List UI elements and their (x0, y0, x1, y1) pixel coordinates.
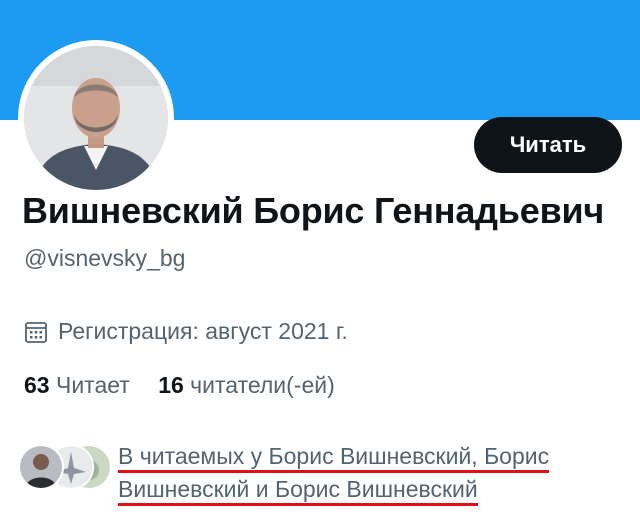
followers-count: 16 (158, 372, 184, 398)
join-date-text: Регистрация: август 2021 г. (58, 318, 348, 344)
followers-you-know-avatars[interactable] (18, 444, 114, 494)
profile-avatar[interactable] (18, 40, 174, 196)
following-label: Читает (55, 372, 130, 398)
follower-avatar-1 (18, 444, 64, 490)
profile-stats: 63 Читает 16 читатели(-ей) (24, 372, 335, 399)
followers-label: читатели(-ей) (190, 372, 335, 398)
followers-you-know-line-2: Вишневский и Борис Вишневский (118, 476, 478, 506)
following-link[interactable]: 63 Читает (24, 372, 130, 399)
following-count: 63 (24, 372, 50, 398)
profile-handle: @visnevsky_bg (24, 245, 186, 271)
followers-you-know-line-1: В читаемых у Борис Вишневский, Борис (118, 443, 550, 473)
calendar-icon (25, 321, 47, 343)
join-date: Регистрация: август 2021 г. (24, 318, 348, 345)
followers-you-know[interactable]: В читаемых у Борис Вишневский, Борис Виш… (118, 440, 588, 506)
follow-button[interactable]: Читать (474, 117, 622, 173)
followers-link[interactable]: 16 читатели(-ей) (158, 372, 335, 399)
profile-display-name: Вишневский Борис Геннадьевич (22, 190, 605, 231)
